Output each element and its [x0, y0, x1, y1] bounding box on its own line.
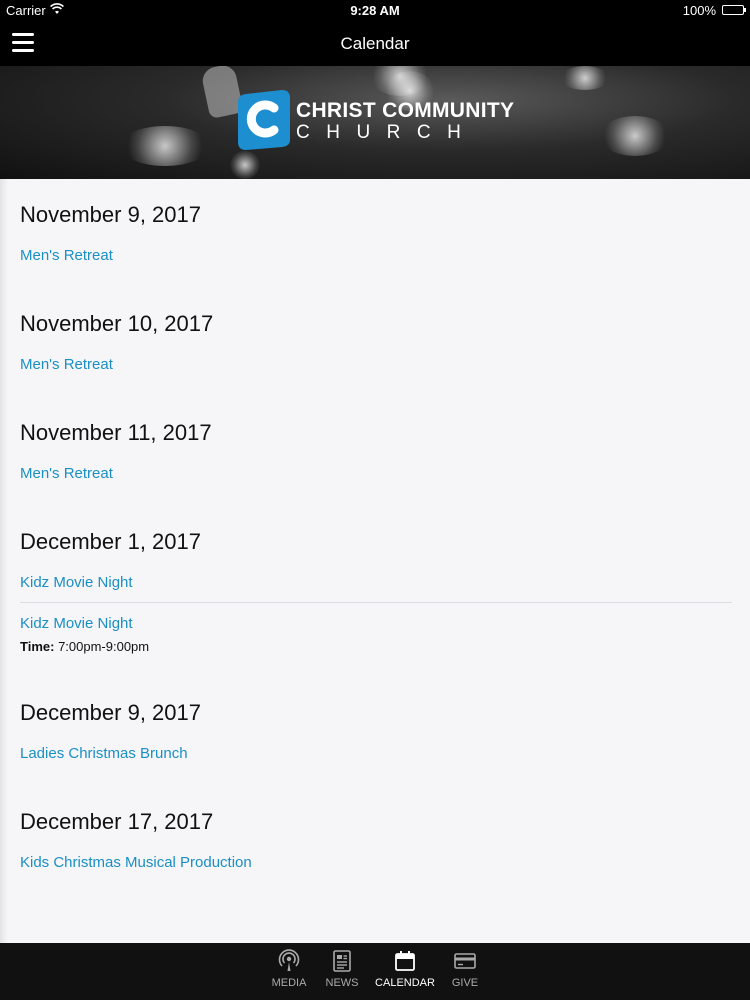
tab-news[interactable]: NEWS [312, 949, 372, 989]
tab-media[interactable]: MEDIA [259, 949, 319, 989]
status-time: 9:28 AM [350, 3, 400, 18]
tab-label: MEDIA [271, 977, 307, 989]
date-heading: December 1, 2017 [20, 529, 201, 554]
tab-give[interactable]: GIVE [435, 949, 495, 989]
event-link[interactable]: Men's Retreat [20, 463, 732, 485]
day-section: December 17, 2017 Kids Christmas Musical… [0, 786, 750, 882]
church-logo-icon [238, 90, 290, 150]
day-section: November 9, 2017 Men's Retreat [0, 179, 750, 288]
calendar-list[interactable]: November 9, 2017 Men's Retreat November … [0, 179, 750, 943]
tab-label: GIVE [451, 977, 479, 989]
page-title: Calendar [340, 34, 410, 53]
day-section: November 11, 2017 Men's Retreat [0, 397, 750, 506]
event-time-value: 7:00pm-9:00pm [58, 639, 150, 654]
battery-percent: 100% [682, 3, 716, 18]
event-link[interactable]: Kids Christmas Musical Production [20, 852, 732, 874]
event-item[interactable]: Men's Retreat [20, 235, 732, 275]
event-item[interactable]: Kidz Movie Night Time: 7:00pm-9:00pm [20, 602, 732, 664]
tab-label: NEWS [325, 977, 359, 989]
event-item[interactable]: Men's Retreat [20, 453, 732, 493]
day-section: December 1, 2017 Kidz Movie Night Kidz M… [0, 506, 750, 677]
podcast-icon [278, 949, 300, 971]
event-link[interactable]: Kidz Movie Night [20, 572, 732, 594]
calendar-icon [395, 951, 415, 971]
battery-icon [722, 5, 746, 15]
event-time-label: Time: [20, 639, 55, 654]
date-heading: November 11, 2017 [20, 420, 212, 445]
event-link[interactable]: Kidz Movie Night [20, 613, 732, 635]
credit-card-icon [454, 953, 476, 969]
event-link[interactable]: Men's Retreat [20, 354, 732, 376]
logo-title: CHRIST COMMUNITY [296, 99, 515, 122]
event-item[interactable]: Men's Retreat [20, 344, 732, 384]
date-heading: December 9, 2017 [20, 700, 201, 725]
tab-calendar[interactable]: CALENDAR [375, 949, 435, 989]
status-bar: Carrier 9:28 AM 100% [0, 0, 750, 22]
event-time: Time: 7:00pm-9:00pm [20, 638, 732, 656]
date-heading: December 17, 2017 [20, 809, 214, 834]
day-section: December 9, 2017 Ladies Christmas Brunch [0, 677, 750, 786]
tab-bar: MEDIA NEWS CALENDAR GIVE [0, 943, 750, 1000]
date-heading: November 10, 2017 [20, 311, 214, 336]
news-icon [333, 950, 351, 972]
date-heading: November 9, 2017 [20, 202, 201, 227]
church-banner: CHRIST COMMUNITY CHURCH [0, 66, 750, 179]
nav-bar: Calendar [0, 22, 750, 66]
event-link[interactable]: Men's Retreat [20, 245, 732, 267]
event-item[interactable]: Kidz Movie Night [20, 562, 732, 602]
tab-label: CALENDAR [375, 977, 435, 989]
event-link[interactable]: Ladies Christmas Brunch [20, 743, 732, 765]
day-section: November 10, 2017 Men's Retreat [0, 288, 750, 397]
logo-subtitle: CHURCH [296, 122, 478, 143]
event-item[interactable]: Kids Christmas Musical Production [20, 842, 732, 882]
event-item[interactable]: Ladies Christmas Brunch [20, 733, 732, 773]
